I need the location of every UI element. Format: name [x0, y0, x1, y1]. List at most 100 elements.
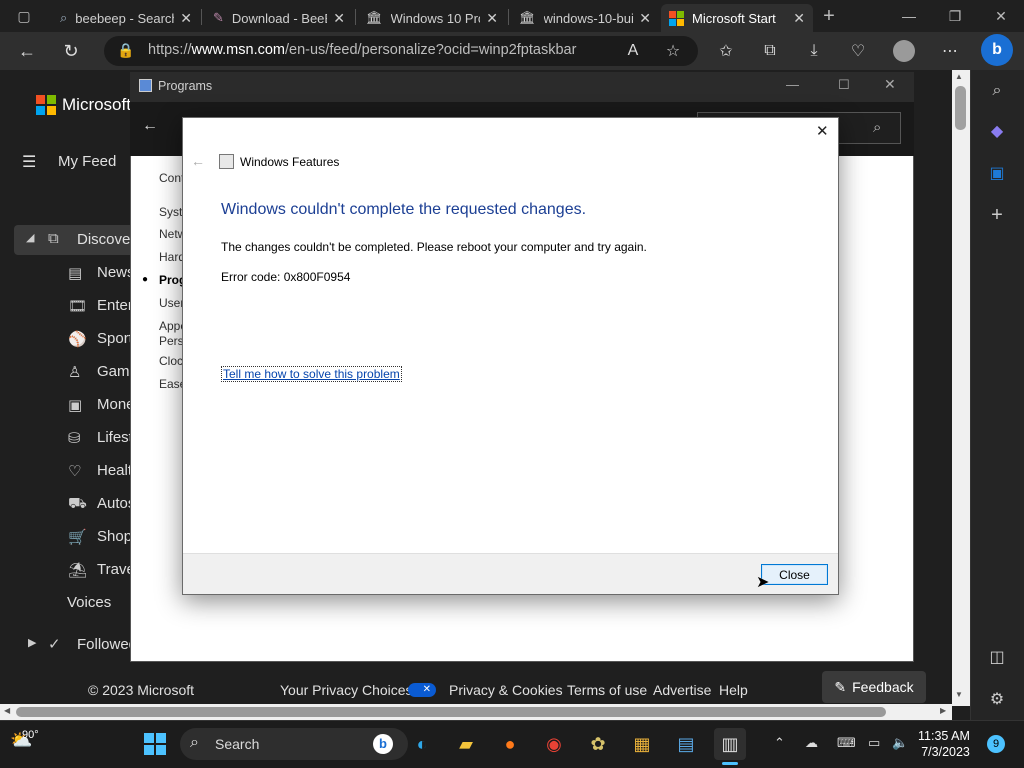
firefox-icon[interactable]: ● [494, 728, 526, 760]
read-aloud-icon[interactable]: A [618, 36, 648, 66]
nav-discover[interactable]: Discover [77, 231, 135, 248]
close-tab-icon[interactable]: ✕ [793, 10, 805, 27]
selected-bullet-icon: ● [142, 274, 149, 285]
scroll-right-arrow-icon[interactable]: ▶ [940, 706, 946, 715]
download-page-icon: ✎ [213, 10, 224, 25]
url-domain: www.msn.com [191, 42, 285, 58]
tab-divider [201, 9, 202, 25]
footer-privacy-choices[interactable]: Your Privacy Choices [280, 682, 413, 698]
search-icon[interactable]: ⌕ [873, 119, 881, 136]
cp-sidebar-item[interactable]: User [159, 296, 184, 310]
horizontal-scroll-thumb[interactable] [16, 707, 886, 717]
travel-icon: ⛱ [68, 562, 88, 579]
settings-more-icon[interactable]: ⋯ [935, 36, 965, 66]
browser-tab[interactable]: ✎ Download - BeeBEEP ✕ [205, 4, 353, 32]
downloads-icon[interactable]: ⤓ [799, 36, 829, 66]
my-feed-link[interactable]: My Feed [58, 153, 116, 170]
cp-sidebar-item[interactable]: Cont [159, 171, 184, 185]
scroll-up-arrow-icon[interactable]: ▲ [955, 72, 963, 81]
notification-badge[interactable]: 9 [987, 735, 1005, 753]
followed-check-icon: ✓ [48, 636, 61, 653]
close-icon[interactable]: ✕ [884, 76, 896, 93]
volume-icon[interactable]: 🔈 [892, 735, 908, 751]
favorites-icon[interactable]: ✩ [711, 36, 741, 66]
bank-icon: 🏛 [519, 10, 536, 25]
close-tab-icon[interactable]: ✕ [486, 10, 498, 27]
back-arrow-icon[interactable]: ← [142, 117, 158, 135]
lock-icon[interactable]: 🔒 [117, 42, 134, 59]
footer-terms[interactable]: Terms of use [567, 682, 647, 698]
browser-tab[interactable]: ⌕ beebeep - Search ✕ [52, 4, 200, 32]
collections-icon[interactable]: ⧉ [755, 36, 785, 66]
scroll-down-arrow-icon[interactable]: ▼ [955, 690, 963, 699]
nav-followed[interactable]: Followed [77, 636, 137, 653]
close-window-button[interactable]: ✕ [978, 0, 1024, 32]
minimize-window-button[interactable]: — [886, 0, 932, 32]
bing-copilot-icon[interactable]: b [981, 34, 1013, 66]
restore-window-button[interactable]: ❐ [932, 0, 978, 32]
onedrive-icon[interactable]: ☁ [805, 735, 818, 751]
scroll-left-arrow-icon[interactable]: ◀ [4, 706, 10, 715]
keyboard-icon[interactable]: ⌨ [837, 735, 856, 751]
back-button[interactable]: ← [12, 36, 42, 66]
search-icon[interactable]: ⌕ [982, 76, 1012, 106]
feedback-button[interactable]: ✎ Feedback [822, 671, 926, 703]
beebeep-icon[interactable]: ✿ [582, 728, 614, 760]
chrome-icon[interactable]: ◉ [538, 728, 570, 760]
new-tab-button[interactable]: + [814, 0, 844, 32]
add-sidebar-app-icon[interactable]: + [982, 200, 1012, 230]
msn-brand[interactable]: Microsoft [62, 95, 131, 115]
footer-privacy-cookies[interactable]: Privacy & Cookies [449, 682, 563, 698]
close-tab-icon[interactable]: ✕ [333, 10, 345, 27]
hide-sidebar-icon[interactable]: ◫ [982, 642, 1012, 672]
outlook-icon[interactable]: ▣ [982, 158, 1012, 188]
performance-icon[interactable]: ♡ [843, 36, 873, 66]
dialog-back-arrow-icon[interactable]: ← [191, 153, 205, 169]
lifestyle-icon: ⛁ [68, 430, 81, 447]
start-button[interactable] [139, 728, 171, 760]
discover-icon: ⧉ [48, 230, 59, 247]
hamburger-menu-icon[interactable]: ☰ [22, 152, 36, 172]
bing-icon[interactable]: b [373, 734, 393, 754]
network-icon[interactable]: ▭ [868, 735, 880, 751]
close-button[interactable]: Close [761, 564, 828, 585]
browser-tab[interactable]: 🏛 Windows 10 Pro ✕ [358, 4, 506, 32]
favorite-star-icon[interactable]: ☆ [658, 36, 688, 66]
browser-tab-active[interactable]: Microsoft Start ✕ [661, 4, 813, 32]
windows-features-taskbar-icon[interactable]: ▥ [714, 728, 746, 760]
close-tab-icon[interactable]: ✕ [180, 10, 192, 27]
dialog-close-icon[interactable]: ✕ [816, 122, 829, 140]
expand-triangle-icon[interactable]: ▶ [28, 636, 36, 649]
dialog-heading: Windows couldn't complete the requested … [221, 201, 587, 218]
url-text[interactable]: https://www.msn.com/en-us/feed/personali… [148, 42, 576, 58]
nav-news[interactable]: News [97, 264, 135, 281]
collapse-triangle-icon[interactable]: ◢ [26, 231, 34, 244]
refresh-button[interactable]: ↻ [56, 36, 86, 66]
sidebar-settings-icon[interactable]: ⚙ [982, 684, 1012, 714]
file-explorer-icon[interactable]: ▰ [450, 728, 482, 760]
show-hidden-icons-icon[interactable]: ⌃ [774, 735, 785, 751]
tab-actions-icon[interactable]: ▢ [8, 0, 40, 32]
weather-temp[interactable]: 90° [22, 729, 39, 741]
dialog-title: Windows Features [240, 155, 340, 169]
minimize-icon[interactable]: — [786, 77, 799, 92]
copilot-icon[interactable]: ◆ [982, 116, 1012, 146]
footer-help[interactable]: Help [719, 682, 748, 698]
microsoft-logo-icon [669, 10, 684, 26]
close-tab-icon[interactable]: ✕ [639, 10, 651, 27]
profile-avatar-icon[interactable] [889, 36, 919, 66]
taskbar-clock[interactable]: 11:35 AM 7/3/2023 [918, 728, 970, 760]
footer-advertise[interactable]: Advertise [653, 682, 711, 698]
search-icon: ⌕ [60, 10, 68, 25]
browser-tab[interactable]: 🏛 windows-10-build ✕ [511, 4, 659, 32]
shopping-icon: 🛒 [68, 529, 87, 546]
vertical-scroll-thumb[interactable] [955, 86, 966, 130]
help-link[interactable]: Tell me how to solve this problem [221, 366, 402, 382]
edge-taskbar-icon[interactable]: ◐ [406, 728, 438, 760]
microsoft-store-icon[interactable]: ▦ [626, 728, 658, 760]
privacy-toggle-icon[interactable]: ✕ [408, 683, 436, 697]
maximize-icon[interactable]: ☐ [838, 77, 850, 93]
vertical-scrollbar[interactable] [952, 70, 970, 706]
control-panel-taskbar-icon[interactable]: ▤ [670, 728, 702, 760]
nav-voices[interactable]: Voices [67, 594, 111, 611]
